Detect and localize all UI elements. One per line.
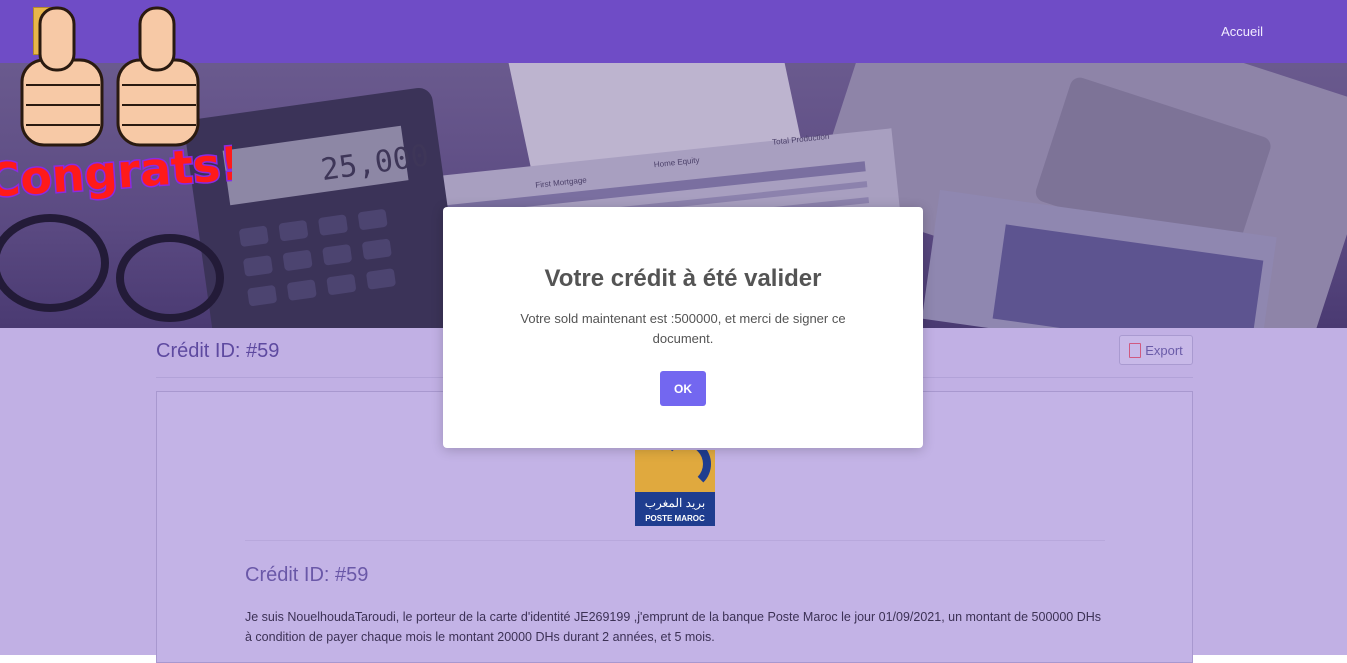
congrats-sticker: Congrats! xyxy=(0,6,232,209)
ok-button[interactable]: OK xyxy=(660,371,706,406)
nav-link-accueil[interactable]: Accueil xyxy=(1221,24,1263,39)
thumbs-up-icon xyxy=(20,6,104,147)
poste-maroc-document-logo: بريد المغرب POSTE MAROC xyxy=(635,450,715,526)
thumbs-up-icon xyxy=(116,6,200,147)
document-divider xyxy=(245,540,1105,541)
export-button[interactable]: Export xyxy=(1119,335,1193,365)
modal-title: Votre crédit à été valider xyxy=(544,265,822,292)
success-modal: Votre crédit à été valider Votre sold ma… xyxy=(443,207,923,448)
congrats-text: Congrats! xyxy=(0,136,232,208)
document-body: Je suis NouelhoudaTaroudi, le porteur de… xyxy=(245,610,1102,644)
logo-latin-text: POSTE MAROC xyxy=(645,514,705,523)
export-label: Export xyxy=(1145,342,1183,358)
modal-message: Votre sold maintenant est :500000, et me… xyxy=(520,311,846,346)
pdf-icon xyxy=(1129,342,1142,358)
document-heading: Crédit ID: #59 xyxy=(245,564,369,586)
logo-arabic-text: بريد المغرب xyxy=(644,496,706,510)
page-title: Crédit ID: #59 xyxy=(156,340,280,362)
